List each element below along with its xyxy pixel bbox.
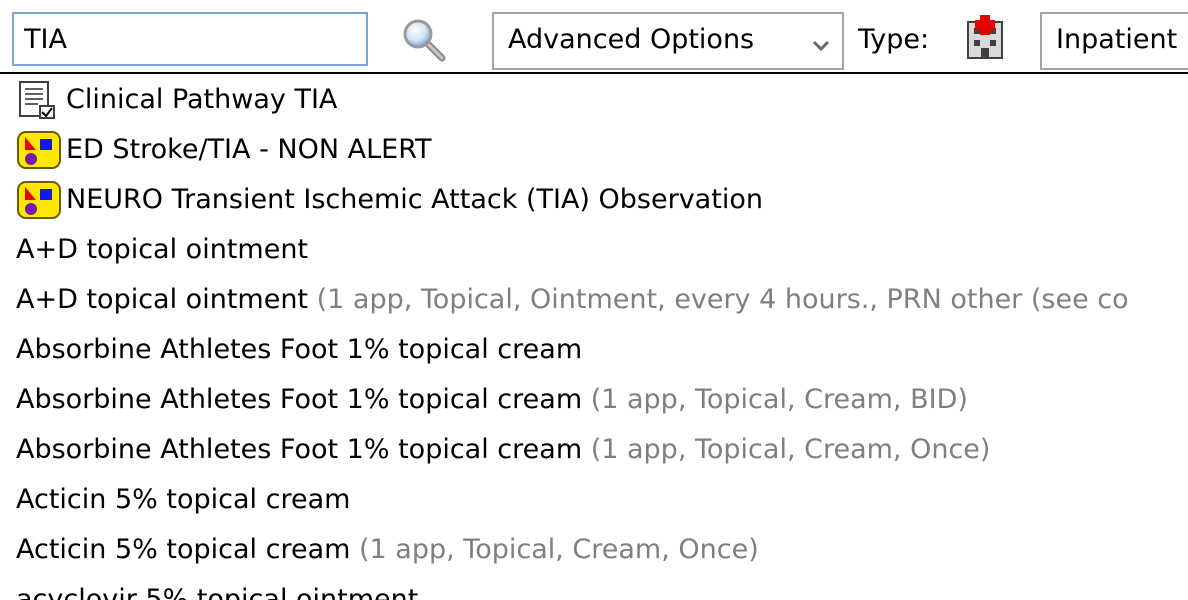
- result-name-text: acyclovir 5% topical ointment: [16, 584, 419, 600]
- result-item[interactable]: A+D topical ointment: [0, 224, 1188, 274]
- result-item[interactable]: ED Stroke/TIA - NON ALERT: [0, 124, 1188, 174]
- result-name-text: A+D topical ointment: [16, 284, 309, 315]
- result-item[interactable]: Absorbine Athletes Foot 1% topical cream…: [0, 374, 1188, 424]
- result-name: A+D topical ointment: [16, 234, 308, 265]
- result-name: Absorbine Athletes Foot 1% topical cream…: [16, 434, 990, 465]
- result-name: NEURO Transient Ischemic Attack (TIA) Ob…: [66, 184, 763, 215]
- result-detail: (1 app, Topical, Cream, Once): [582, 434, 991, 465]
- order-search-window: Advanced Options Type: Inpatient Clinica…: [0, 0, 1188, 600]
- result-name-text: Acticin 5% topical cream: [16, 534, 351, 565]
- result-name: Absorbine Athletes Foot 1% topical cream: [16, 334, 582, 365]
- result-item[interactable]: A+D topical ointment (1 app, Topical, Oi…: [0, 274, 1188, 324]
- result-name-text: Acticin 5% topical cream: [16, 484, 351, 515]
- search-input[interactable]: [12, 12, 368, 66]
- result-name-text: A+D topical ointment: [16, 234, 309, 265]
- order-set-plan-icon: [16, 180, 62, 220]
- result-name: acyclovir 5% topical ointment: [16, 584, 418, 600]
- result-name-text: Absorbine Athletes Foot 1% topical cream: [16, 334, 583, 365]
- type-label: Type:: [858, 24, 930, 55]
- search-toolbar: Advanced Options Type: Inpatient: [0, 0, 1188, 74]
- result-item[interactable]: Acticin 5% topical cream (1 app, Topical…: [0, 524, 1188, 574]
- encounter-type-label: Inpatient: [1056, 24, 1178, 55]
- result-name-text: Clinical Pathway TIA: [66, 84, 338, 115]
- result-detail: (1 app, Topical, Cream, Once): [350, 534, 759, 565]
- result-name: Acticin 5% topical cream (1 app, Topical…: [16, 534, 759, 565]
- result-item[interactable]: Clinical Pathway TIA: [0, 74, 1188, 124]
- result-name-text: ED Stroke/TIA - NON ALERT: [66, 134, 432, 165]
- result-item[interactable]: NEURO Transient Ischemic Attack (TIA) Ob…: [0, 174, 1188, 224]
- inpatient-hospital-icon: [967, 15, 1003, 59]
- result-item[interactable]: Absorbine Athletes Foot 1% topical cream: [0, 324, 1188, 374]
- chevron-down-icon: [812, 40, 830, 52]
- magnifier-icon[interactable]: [400, 16, 448, 64]
- result-item[interactable]: Acticin 5% topical cream: [0, 474, 1188, 524]
- result-item[interactable]: acyclovir 5% topical ointment: [0, 574, 1188, 600]
- result-name-text: NEURO Transient Ischemic Attack (TIA) Ob…: [66, 184, 763, 215]
- result-name-text: Absorbine Athletes Foot 1% topical cream: [16, 384, 583, 415]
- encounter-type-dropdown[interactable]: Inpatient: [1040, 12, 1188, 70]
- result-name: Clinical Pathway TIA: [66, 84, 337, 115]
- result-item[interactable]: Absorbine Athletes Foot 1% topical cream…: [0, 424, 1188, 474]
- result-detail: (1 app, Topical, Ointment, every 4 hours…: [308, 284, 1129, 315]
- result-name: A+D topical ointment (1 app, Topical, Oi…: [16, 284, 1129, 315]
- result-name: ED Stroke/TIA - NON ALERT: [66, 134, 432, 165]
- result-name-text: Absorbine Athletes Foot 1% topical cream: [16, 434, 583, 465]
- clinical-pathway-document-icon: [16, 80, 62, 120]
- advanced-options-dropdown[interactable]: Advanced Options: [492, 12, 844, 70]
- search-results-list: Clinical Pathway TIA ED Stroke/TIA - NON …: [0, 74, 1188, 600]
- order-set-plan-icon: [16, 130, 62, 170]
- result-name: Acticin 5% topical cream: [16, 484, 350, 515]
- result-detail: (1 app, Topical, Cream, BID): [582, 384, 968, 415]
- result-name: Absorbine Athletes Foot 1% topical cream…: [16, 384, 968, 415]
- advanced-options-label: Advanced Options: [508, 24, 755, 55]
